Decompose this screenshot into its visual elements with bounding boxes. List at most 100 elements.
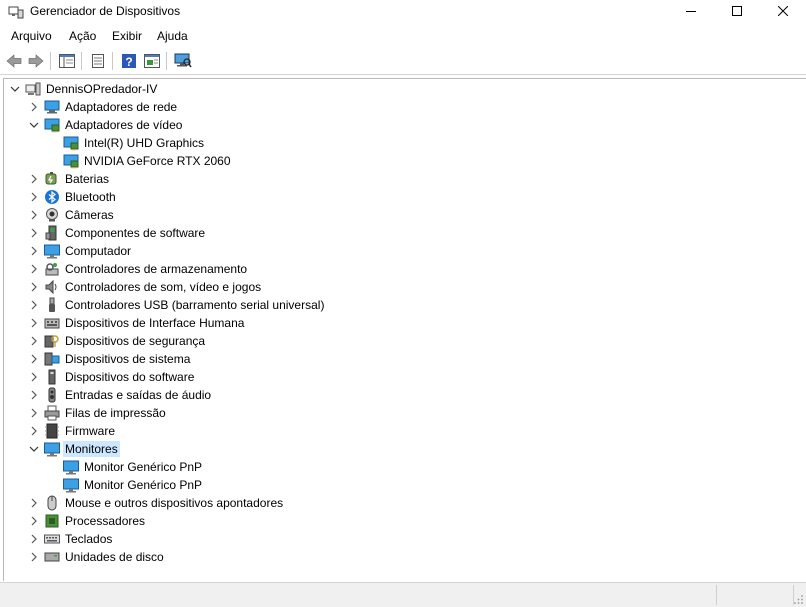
- tree-item-label: Monitor Genérico PnP: [84, 478, 203, 492]
- expand-toggle[interactable]: [29, 390, 39, 400]
- menu-acao[interactable]: Ação: [69, 29, 96, 43]
- tree-device-monitor-generico-pnp[interactable]: Monitor Genérico PnP: [4, 458, 804, 476]
- expand-toggle[interactable]: [29, 192, 39, 202]
- tree-category-controladores-usb-barramento-serial-universal[interactable]: Controladores USB (barramento serial uni…: [4, 296, 804, 314]
- help-button[interactable]: ?: [119, 51, 139, 71]
- menu-exibir[interactable]: Exibir: [112, 29, 142, 43]
- usb-icon: [44, 297, 60, 313]
- toolbar: ?: [0, 48, 806, 75]
- expand-toggle[interactable]: [29, 372, 39, 382]
- menu-bar: Arquivo Ação Exibir Ajuda: [0, 26, 806, 46]
- tree-item-label: Teclados: [65, 532, 113, 546]
- tree-category-unidades-de-disco[interactable]: Unidades de disco: [4, 548, 804, 566]
- tree-category-computador[interactable]: Computador: [4, 242, 804, 260]
- resize-grip-icon[interactable]: [794, 595, 804, 605]
- processor-icon: [44, 513, 60, 529]
- maximize-button[interactable]: [714, 0, 760, 22]
- tree-item-label: Dispositivos de sistema: [65, 352, 191, 366]
- tree-category-controladores-de-armazenamento[interactable]: Controladores de armazenamento: [4, 260, 804, 278]
- menu-ajuda[interactable]: Ajuda: [157, 29, 188, 43]
- expand-toggle[interactable]: [29, 282, 39, 292]
- expand-toggle[interactable]: [29, 300, 39, 310]
- system-device-icon: [44, 351, 60, 367]
- expand-toggle[interactable]: [29, 354, 39, 364]
- expand-toggle[interactable]: [29, 336, 39, 346]
- tree-category-firmware[interactable]: Firmware: [4, 422, 804, 440]
- chevron-right-icon: [31, 102, 37, 112]
- back-button[interactable]: [4, 51, 24, 71]
- expand-toggle[interactable]: [29, 102, 39, 112]
- software-device-icon: [44, 369, 60, 385]
- tree-item-label: Adaptadores de rede: [65, 100, 178, 114]
- tree-device-monitor-generico-pnp[interactable]: Monitor Genérico PnP: [4, 476, 804, 494]
- scan-hardware-icon: [174, 53, 192, 68]
- expand-toggle[interactable]: [29, 426, 39, 436]
- tree-item-label: Controladores de armazenamento: [65, 262, 248, 276]
- show-hide-tree-button[interactable]: [57, 51, 77, 71]
- expand-toggle[interactable]: [29, 210, 39, 220]
- device-tree[interactable]: DennisOPredador-IV Adaptadores de rede Ada…: [3, 78, 806, 581]
- expand-toggle[interactable]: [29, 318, 39, 328]
- tree-category-baterias[interactable]: Baterias: [4, 170, 804, 188]
- monitor-icon: [44, 441, 60, 457]
- properties-icon: [92, 54, 104, 68]
- tree-item-label: Controladores USB (barramento serial uni…: [65, 298, 325, 312]
- tree-category-adaptadores-de-video[interactable]: Adaptadores de vídeo: [4, 116, 804, 134]
- collapse-toggle[interactable]: [29, 444, 39, 454]
- tree-item-label: Filas de impressão: [65, 406, 166, 420]
- tree-category-dispositivos-de-interface-humana[interactable]: Dispositivos de Interface Humana: [4, 314, 804, 332]
- minimize-button[interactable]: [668, 0, 714, 22]
- network-adapter-icon: [44, 99, 60, 115]
- tree-category-dispositivos-de-sistema[interactable]: Dispositivos de sistema: [4, 350, 804, 368]
- tree-category-entradas-e-saidas-de-audio[interactable]: Entradas e saídas de áudio: [4, 386, 804, 404]
- expand-toggle[interactable]: [29, 534, 39, 544]
- tree-category-bluetooth[interactable]: Bluetooth: [4, 188, 804, 206]
- tree-device-nvidia-geforce-rtx-2060[interactable]: NVIDIA GeForce RTX 2060: [4, 152, 804, 170]
- menu-arquivo[interactable]: Arquivo: [11, 29, 52, 43]
- tree-category-mouse-e-outros-dispositivos-apontadores[interactable]: Mouse e outros dispositivos apontadores: [4, 494, 804, 512]
- tree-category-monitores[interactable]: Monitores: [4, 440, 804, 458]
- chevron-right-icon: [31, 228, 37, 238]
- root-computer-icon: [25, 81, 41, 97]
- expand-toggle[interactable]: [29, 408, 39, 418]
- expand-toggle[interactable]: [29, 498, 39, 508]
- tree-category-dispositivos-do-software[interactable]: Dispositivos do software: [4, 368, 804, 386]
- security-device-icon: [44, 333, 60, 349]
- storage-controller-icon: [44, 261, 60, 277]
- expand-toggle[interactable]: [29, 516, 39, 526]
- properties-button[interactable]: [88, 51, 108, 71]
- tree-item-label: Intel(R) UHD Graphics: [84, 136, 205, 150]
- update-driver-button[interactable]: [142, 51, 162, 71]
- title-bar: Gerenciador de Dispositivos: [0, 0, 806, 24]
- tree-category-filas-de-impressao[interactable]: Filas de impressão: [4, 404, 804, 422]
- chevron-right-icon: [31, 174, 37, 184]
- tree-device-intel-r-uhd-graphics[interactable]: Intel(R) UHD Graphics: [4, 134, 804, 152]
- expand-toggle[interactable]: [29, 228, 39, 238]
- disk-drive-icon: [44, 549, 60, 565]
- tree-category-componentes-de-software[interactable]: Componentes de software: [4, 224, 804, 242]
- expand-toggle[interactable]: [29, 552, 39, 562]
- forward-button[interactable]: [26, 51, 46, 71]
- collapse-toggle[interactable]: [29, 120, 39, 130]
- expand-toggle[interactable]: [29, 246, 39, 256]
- tree-category-controladores-de-som-video-e-jogos[interactable]: Controladores de som, vídeo e jogos: [4, 278, 804, 296]
- tree-item-label: Controladores de som, vídeo e jogos: [65, 280, 262, 294]
- tree-category-cameras[interactable]: Câmeras: [4, 206, 804, 224]
- tree-category-processadores[interactable]: Processadores: [4, 512, 804, 530]
- tree-item-label: Processadores: [65, 514, 146, 528]
- tree-item-label: Dispositivos de segurança: [65, 334, 206, 348]
- tree-category-teclados[interactable]: Teclados: [4, 530, 804, 548]
- expand-toggle[interactable]: [29, 264, 39, 274]
- tree-item-label: Dispositivos de Interface Humana: [65, 316, 245, 330]
- chevron-right-icon: [31, 210, 37, 220]
- collapse-toggle[interactable]: [10, 84, 20, 94]
- scan-hardware-button[interactable]: [173, 51, 193, 71]
- close-button[interactable]: [760, 0, 806, 22]
- tree-item-label: Firmware: [65, 424, 115, 438]
- tree-root[interactable]: DennisOPredador-IV: [4, 80, 804, 98]
- expand-toggle[interactable]: [29, 174, 39, 184]
- chevron-right-icon: [31, 534, 37, 544]
- chevron-right-icon: [31, 552, 37, 562]
- tree-category-adaptadores-de-rede[interactable]: Adaptadores de rede: [4, 98, 804, 116]
- tree-category-dispositivos-de-seguranca[interactable]: Dispositivos de segurança: [4, 332, 804, 350]
